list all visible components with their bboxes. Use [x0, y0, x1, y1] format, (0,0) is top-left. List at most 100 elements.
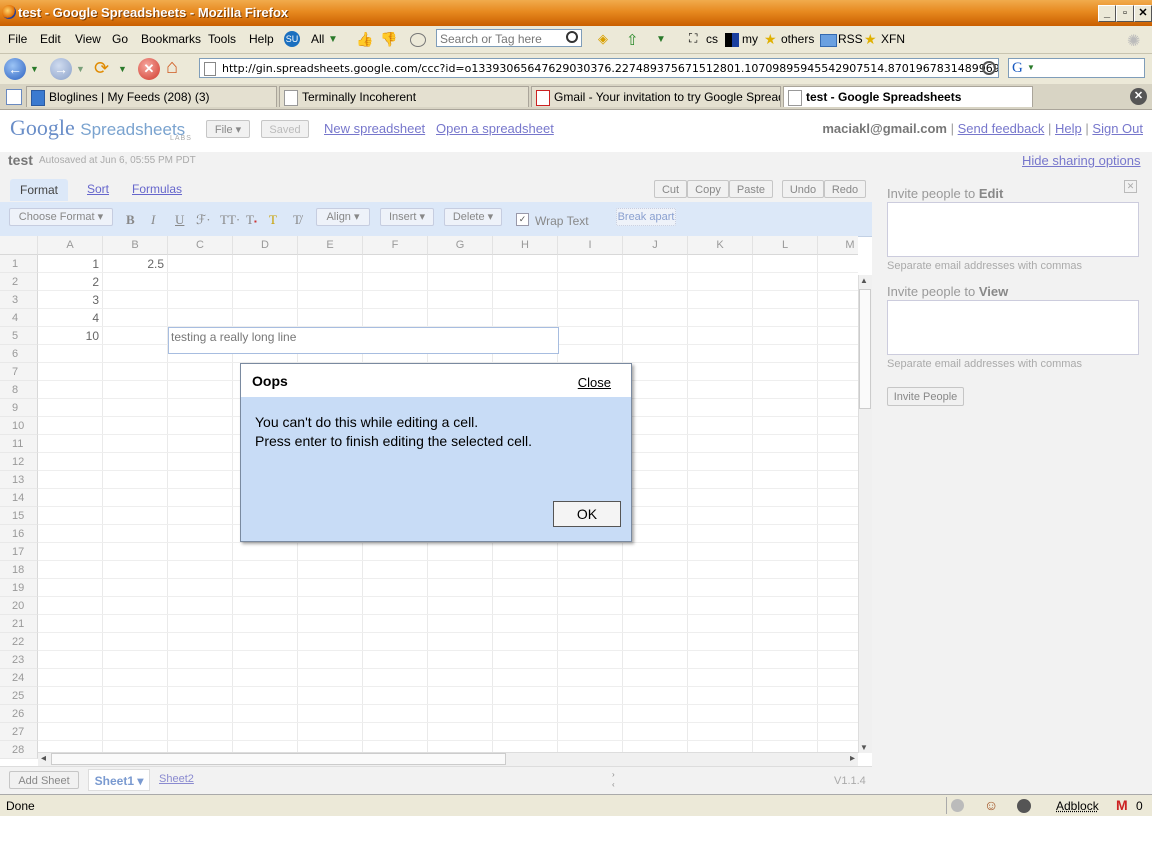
underline-icon[interactable]: U — [175, 212, 184, 228]
column-header-j[interactable]: J — [623, 236, 688, 255]
adblock-label[interactable]: Adblock — [1056, 799, 1099, 813]
highlight-color-icon[interactable]: T — [269, 212, 277, 228]
row-header-27[interactable]: 27 — [0, 723, 38, 741]
send-feedback-link[interactable]: Send feedback — [958, 121, 1045, 136]
new-spreadsheet-link[interactable]: New spreadsheet — [324, 121, 425, 136]
chevron-down-icon-2[interactable]: ▼ — [656, 34, 666, 45]
scroll-up-icon[interactable]: ▲ — [860, 276, 868, 285]
tag-search-input[interactable]: Search or Tag here — [436, 29, 582, 47]
hide-sharing-link[interactable]: Hide sharing options — [1022, 153, 1141, 168]
row-header-1[interactable]: 1 — [0, 255, 38, 273]
cell-a4[interactable]: 4 — [38, 309, 103, 327]
home-icon[interactable]: ⌂ — [166, 56, 178, 79]
cell-b1[interactable]: 2.5 — [103, 255, 168, 273]
bookmark-others[interactable]: others — [781, 32, 814, 46]
close-sidebar-icon[interactable]: ✕ — [1124, 180, 1137, 193]
row-header-2[interactable]: 2 — [0, 273, 38, 291]
bookmark-my[interactable]: my — [742, 32, 758, 46]
paste-button[interactable]: Paste — [729, 180, 773, 198]
add-sheet-button[interactable]: Add Sheet — [9, 771, 79, 789]
file-menu-button[interactable]: File ▾ — [206, 120, 250, 138]
column-header-e[interactable]: E — [298, 236, 363, 255]
row-header-9[interactable]: 9 — [0, 399, 38, 417]
thumbs-up-icon[interactable]: 👍 — [356, 31, 373, 47]
row-header-24[interactable]: 24 — [0, 669, 38, 687]
row-header-20[interactable]: 20 — [0, 597, 38, 615]
row-header-14[interactable]: 14 — [0, 489, 38, 507]
cell-a2[interactable]: 2 — [38, 273, 103, 291]
row-header-16[interactable]: 16 — [0, 525, 38, 543]
font-size-icon[interactable]: TT· — [220, 212, 240, 228]
row-header-7[interactable]: 7 — [0, 363, 38, 381]
menu-go[interactable]: Go — [112, 32, 128, 46]
horizontal-scroll-thumb[interactable] — [51, 753, 506, 765]
italic-icon[interactable]: I — [151, 212, 155, 228]
column-header-a[interactable]: A — [38, 236, 103, 255]
scroll-left-icon[interactable]: ◂ — [41, 753, 46, 764]
column-header-i[interactable]: I — [558, 236, 623, 255]
vertical-scroll-thumb[interactable] — [859, 289, 871, 409]
row-header-11[interactable]: 11 — [0, 435, 38, 453]
tab-sort[interactable]: Sort — [87, 182, 109, 196]
document-title[interactable]: test — [8, 152, 33, 168]
maximize-button[interactable]: ▫ — [1116, 5, 1134, 22]
back-icon[interactable]: ← — [4, 58, 26, 80]
column-header-b[interactable]: B — [103, 236, 168, 255]
back-history-icon[interactable]: ▼ — [30, 64, 39, 74]
privacy-icon[interactable] — [951, 799, 964, 812]
row-header-12[interactable]: 12 — [0, 453, 38, 471]
reload-menu-icon[interactable]: ▼ — [118, 64, 127, 74]
stumbleupon-icon[interactable]: SU — [284, 31, 300, 47]
delete-dropdown[interactable]: Delete ▾ — [444, 208, 502, 226]
row-header-13[interactable]: 13 — [0, 471, 38, 489]
row-header-19[interactable]: 19 — [0, 579, 38, 597]
help-link[interactable]: Help — [1055, 121, 1082, 136]
reload-icon[interactable]: ⟳ — [94, 58, 109, 79]
redo-button[interactable]: Redo — [824, 180, 866, 198]
insert-dropdown[interactable]: Insert ▾ — [380, 208, 434, 226]
font-family-icon[interactable]: ℱ· — [196, 212, 211, 228]
row-header-18[interactable]: 18 — [0, 561, 38, 579]
google-search-input[interactable]: G ▼ — [1008, 58, 1145, 78]
cell-a5[interactable]: 10 — [38, 327, 103, 345]
comment-icon[interactable] — [410, 33, 426, 47]
break-apart-button[interactable]: Break apart — [616, 208, 676, 226]
menu-file[interactable]: File — [8, 32, 27, 46]
invite-edit-textarea[interactable] — [887, 202, 1139, 257]
row-header-3[interactable]: 3 — [0, 291, 38, 309]
column-header-h[interactable]: H — [493, 236, 558, 255]
sheet-scroll-icon[interactable]: › ‹ — [612, 770, 615, 790]
bookmark-rss[interactable]: RSS — [838, 32, 863, 46]
bookmark-xfn[interactable]: XFN — [881, 32, 905, 46]
bookmark-cs[interactable]: cs — [706, 32, 718, 46]
cut-button[interactable]: Cut — [654, 180, 687, 198]
wrap-text-checkbox[interactable]: ✓ — [516, 213, 529, 226]
row-header-21[interactable]: 21 — [0, 615, 38, 633]
tab-terminally-incoherent[interactable]: Terminally Incoherent — [279, 86, 529, 107]
menu-tools[interactable]: Tools — [208, 32, 236, 46]
menu-edit[interactable]: Edit — [40, 32, 61, 46]
bold-icon[interactable]: B — [126, 212, 135, 228]
stop-icon[interactable]: ✕ — [138, 58, 160, 80]
minimize-button[interactable]: _ — [1098, 5, 1116, 22]
scroll-down-icon[interactable]: ▼ — [860, 743, 868, 752]
column-header-d[interactable]: D — [233, 236, 298, 255]
invite-people-button[interactable]: Invite People — [887, 387, 964, 406]
column-header-g[interactable]: G — [428, 236, 493, 255]
cell-a3[interactable]: 3 — [38, 291, 103, 309]
column-header-f[interactable]: F — [363, 236, 428, 255]
url-input[interactable]: http://gin.spreadsheets.google.com/ccc?i… — [199, 58, 999, 78]
all-dropdown[interactable]: All — [311, 32, 324, 46]
search-go-icon[interactable] — [566, 31, 578, 43]
row-header-8[interactable]: 8 — [0, 381, 38, 399]
tab-format[interactable]: Format — [10, 179, 69, 201]
chevron-down-icon[interactable]: ▼ — [328, 34, 338, 45]
row-header-26[interactable]: 26 — [0, 705, 38, 723]
greasemonkey-icon[interactable]: ☺ — [984, 797, 998, 813]
menu-view[interactable]: View — [75, 32, 101, 46]
cell-editor[interactable]: testing a really long line — [168, 327, 559, 354]
menu-help[interactable]: Help — [249, 32, 274, 46]
forward-icon[interactable]: → — [50, 58, 72, 80]
row-header-5[interactable]: 5 — [0, 327, 38, 345]
row-header-25[interactable]: 25 — [0, 687, 38, 705]
